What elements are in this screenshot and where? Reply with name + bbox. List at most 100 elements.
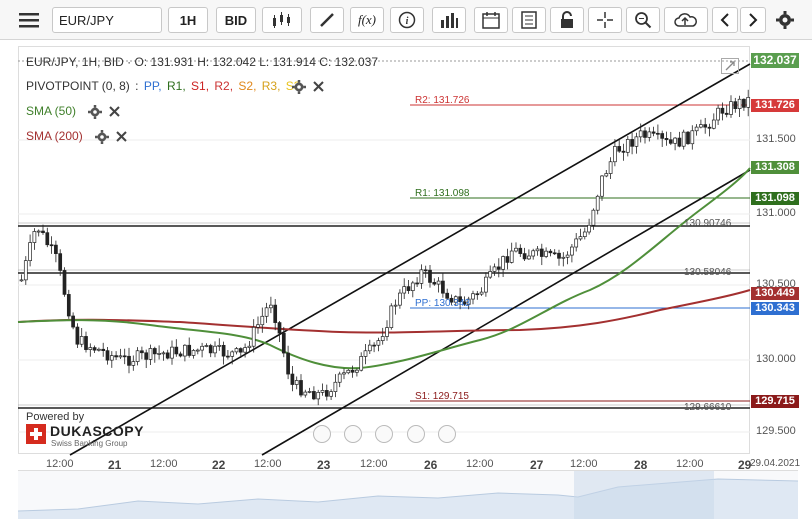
pivot-r2: R2, [214, 79, 234, 93]
candle-body [49, 244, 54, 247]
candle-body [131, 361, 136, 366]
navigator-panel[interactable] [17, 470, 799, 519]
pp-level-label: PP: 130.343 [415, 298, 471, 309]
sma200-legend: SMA (200) [26, 129, 83, 143]
candle-body [496, 266, 501, 270]
candle-body [673, 137, 677, 144]
candle-body [479, 291, 484, 295]
pivot-legend: PIVOTPOINT (0, 8) : PP, R1, S1, R2, S2, … [26, 79, 302, 93]
candle-body [509, 250, 514, 263]
candle-body [578, 236, 583, 240]
candle-body [539, 248, 544, 257]
candle-body [75, 326, 80, 345]
candle-body [256, 324, 260, 328]
sma50-settings-icon[interactable] [88, 105, 102, 124]
y-tick-131500: 131.500 [756, 133, 796, 145]
candle-body [316, 391, 321, 400]
zoom-in-icon[interactable] [407, 425, 425, 443]
candle-body [574, 238, 579, 248]
candle-body [127, 355, 131, 366]
pivot-name: PIVOTPOINT (0, 8) [26, 79, 130, 93]
candle-body [733, 101, 738, 109]
candle-body [170, 346, 174, 359]
sma200-remove-icon[interactable] [115, 130, 128, 148]
candle-body [264, 307, 269, 317]
candle-body [501, 256, 505, 270]
expand-icon[interactable] [721, 58, 739, 74]
candle-body [522, 253, 527, 260]
candle-body [148, 348, 153, 360]
candle-body [711, 119, 716, 129]
candle-body [191, 350, 196, 356]
pivot-settings-icon[interactable] [292, 80, 306, 99]
candle-body [101, 348, 106, 351]
candle-body [178, 353, 183, 357]
candle-body [686, 131, 690, 145]
candle-body [544, 250, 548, 257]
r1-price-label: 131.098 [751, 192, 799, 205]
candle-body [484, 276, 488, 293]
candle-body [84, 336, 88, 350]
candle-body [677, 137, 682, 147]
sma200-settings-icon[interactable] [95, 130, 109, 149]
candle-body [183, 344, 187, 357]
candle-body [690, 130, 695, 145]
candle-body [681, 131, 686, 147]
ohlc-readout: EUR/JPY, 1H, BID · O: 131.931 H: 132.042… [26, 55, 378, 69]
candle-body [41, 230, 45, 234]
hline1-label: 130.90746 [684, 218, 732, 229]
x-tick-1200-d: 12:00 [360, 458, 388, 470]
candle-body [660, 133, 665, 139]
candle-body [200, 345, 204, 351]
candle-body [333, 381, 338, 392]
candle-body [608, 161, 613, 174]
candle-body [312, 391, 316, 400]
candle-body [367, 344, 372, 352]
candle-body [144, 352, 149, 360]
candle-body [724, 112, 729, 115]
candle-body [746, 97, 751, 108]
sma50-remove-icon[interactable] [108, 105, 121, 123]
candle-body [565, 254, 570, 258]
candle-body [135, 350, 140, 362]
candle-body [647, 131, 652, 138]
candle-body [140, 350, 144, 354]
candle-body [441, 280, 445, 294]
channel-upper-line [69, 63, 751, 456]
candle-body [415, 282, 419, 285]
candle-body [643, 130, 647, 138]
candle-body [234, 348, 239, 353]
candle-body [492, 266, 497, 272]
candle-body [617, 146, 622, 152]
fit-chart-icon[interactable] [375, 425, 393, 443]
candle-body [238, 348, 243, 353]
candle-body [221, 344, 226, 357]
x-tick-1200-e: 12:00 [466, 458, 494, 470]
candle-body [552, 252, 557, 255]
candle-body [45, 232, 50, 246]
hline3-label: 129.66610 [684, 402, 732, 413]
x-tick-1200-g: 12:00 [676, 458, 704, 470]
candle-body [668, 139, 673, 144]
candle-body [518, 247, 523, 254]
candle-body [406, 286, 411, 291]
candle-body [307, 391, 312, 393]
x-tick-1200-b: 12:00 [150, 458, 178, 470]
candle-body [346, 369, 351, 374]
scroll-right-icon[interactable] [438, 425, 456, 443]
candle-body [419, 269, 424, 284]
candle-body [324, 390, 329, 397]
pivot-r3: R3, [261, 79, 281, 93]
candle-body [58, 253, 63, 271]
candle-body [299, 380, 303, 396]
pivot-remove-icon[interactable] [312, 80, 325, 98]
scroll-left-icon[interactable] [313, 425, 331, 443]
pp-price-label: 130.343 [751, 302, 799, 315]
candle-body [428, 269, 432, 283]
candle-body [613, 146, 617, 163]
candle-body [372, 344, 376, 347]
candle-body [656, 132, 660, 135]
candle-body [97, 348, 101, 351]
zoom-out-icon[interactable] [344, 425, 362, 443]
candle-body [707, 126, 712, 129]
